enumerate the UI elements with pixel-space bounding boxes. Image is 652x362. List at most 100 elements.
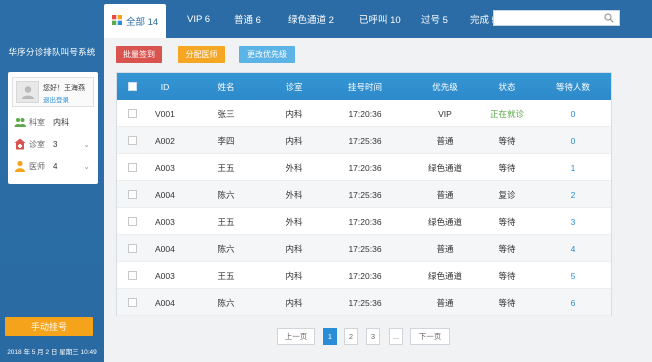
department-icon xyxy=(14,116,26,128)
search-icon[interactable] xyxy=(604,13,614,25)
header-time: 挂号时间 xyxy=(347,81,382,92)
row-checkbox[interactable] xyxy=(128,136,137,145)
logout-link[interactable]: 退出登录 xyxy=(43,94,69,104)
tab-called[interactable]: 已呼叫 10 xyxy=(359,0,401,38)
sidebar: 华序分诊排队叫号系统 您好！王海燕 退出登录 科室 内科 诊室 3 ⌄ 医师 4… xyxy=(0,0,104,362)
header-wait-count: 等待人数 xyxy=(555,81,590,92)
cell-room: 内科 xyxy=(285,243,303,254)
user-greeting: 您好！王海燕 xyxy=(43,85,85,92)
cell-room: 内科 xyxy=(285,135,303,146)
cell-status: 正在就诊 xyxy=(490,108,525,119)
cell-wait: 0 xyxy=(570,108,576,119)
app-title: 华序分诊排队叫号系统 xyxy=(8,47,96,57)
cell-id: A002 xyxy=(155,135,175,146)
avatar xyxy=(16,81,39,103)
prev-page-button[interactable]: 上一页 xyxy=(277,328,315,345)
department-label: 科室 xyxy=(29,117,45,127)
page-1-button[interactable]: 1 xyxy=(323,328,337,345)
cell-wait: 0 xyxy=(570,135,576,146)
cell-id: A004 xyxy=(155,297,175,308)
room-row[interactable]: 诊室 3 ⌄ xyxy=(14,136,94,152)
tab-green-channel[interactable]: 绿色通道 2 xyxy=(288,0,334,38)
cell-time: 17:25:36 xyxy=(348,189,382,200)
page-3-button[interactable]: 3 xyxy=(366,328,380,345)
tab-missed[interactable]: 过号 5 xyxy=(421,0,448,38)
cell-name: 王五 xyxy=(217,216,235,227)
cell-priority: 普通 xyxy=(436,297,454,308)
user-card: 您好！王海燕 退出登录 科室 内科 诊室 3 ⌄ 医师 4 ⌄ xyxy=(8,72,98,184)
doctor-value: 4 xyxy=(53,161,58,171)
grid-icon xyxy=(112,14,122,28)
cell-time: 17:25:36 xyxy=(348,135,382,146)
row-checkbox[interactable] xyxy=(128,217,137,226)
cell-name: 王五 xyxy=(217,270,235,281)
cell-room: 外科 xyxy=(285,189,303,200)
change-priority-button[interactable]: 更改优先级 xyxy=(239,46,295,63)
cell-status: 等待 xyxy=(498,135,516,146)
chevron-down-icon: ⌄ xyxy=(83,161,90,171)
department-value: 内科 xyxy=(53,117,69,127)
row-checkbox[interactable] xyxy=(128,109,137,118)
assign-doctor-button[interactable]: 分配医师 xyxy=(178,46,225,63)
cell-priority: 普通 xyxy=(436,243,454,254)
cell-name: 王五 xyxy=(217,162,235,173)
cell-wait: 6 xyxy=(570,297,576,308)
table-row[interactable]: V001 张三 内科 17:20:36 VIP 正在就诊 0 xyxy=(117,100,611,127)
row-checkbox[interactable] xyxy=(128,271,137,280)
table-row[interactable]: A003 王五 外科 17:20:36 绿色通道 等待 1 xyxy=(117,154,611,181)
cell-room: 内科 xyxy=(285,270,303,281)
cell-priority: 绿色通道 xyxy=(427,162,462,173)
table-row[interactable]: A003 王五 外科 17:20:36 绿色通道 等待 3 xyxy=(117,208,611,235)
select-all-checkbox[interactable] xyxy=(128,82,137,91)
batch-checkin-button[interactable]: 批量签到 xyxy=(116,46,162,63)
cell-priority: VIP xyxy=(438,108,452,119)
cell-time: 17:25:36 xyxy=(348,243,382,254)
user-avatar-icon xyxy=(21,86,34,99)
table-row[interactable]: A002 李四 内科 17:25:36 普通 等待 0 xyxy=(117,127,611,154)
table-row[interactable]: A003 王五 内科 17:20:36 绿色通道 等待 5 xyxy=(117,262,611,289)
cell-wait: 3 xyxy=(570,216,576,227)
cell-room: 内科 xyxy=(285,108,303,119)
cell-wait: 2 xyxy=(570,189,576,200)
cell-room: 外科 xyxy=(285,216,303,227)
department-row: 科室 内科 xyxy=(14,114,94,130)
table-row[interactable]: A004 陈六 内科 17:25:36 普通 等待 6 xyxy=(117,289,611,316)
cell-priority: 普通 xyxy=(436,135,454,146)
user-info: 您好！王海燕 退出登录 xyxy=(12,77,94,107)
cell-wait: 4 xyxy=(570,243,576,254)
cell-id: A004 xyxy=(155,243,175,254)
row-checkbox[interactable] xyxy=(128,190,137,199)
tab-normal[interactable]: 普通 6 xyxy=(234,0,261,38)
cell-room: 内科 xyxy=(285,297,303,308)
page-2-button[interactable]: 2 xyxy=(344,328,358,345)
cell-status: 复诊 xyxy=(498,189,516,200)
page-ellipsis[interactable]: ... xyxy=(389,328,403,345)
cell-room: 外科 xyxy=(285,162,303,173)
doctor-row[interactable]: 医师 4 ⌄ xyxy=(14,158,94,174)
row-checkbox[interactable] xyxy=(128,244,137,253)
cell-priority: 普通 xyxy=(436,189,454,200)
cell-wait: 5 xyxy=(570,270,576,281)
table-header: ID 姓名 诊室 挂号时间 优先级 状态 等待人数 xyxy=(117,73,611,100)
cell-status: 等待 xyxy=(498,216,516,227)
doctor-label: 医师 xyxy=(29,161,45,171)
cell-name: 李四 xyxy=(217,135,235,146)
cell-time: 17:20:36 xyxy=(348,270,382,281)
cell-id: A003 xyxy=(155,216,175,227)
cell-priority: 绿色通道 xyxy=(427,216,462,227)
search-input[interactable] xyxy=(493,10,620,26)
row-checkbox[interactable] xyxy=(128,163,137,172)
room-value: 3 xyxy=(53,139,58,149)
header-priority: 优先级 xyxy=(432,81,458,92)
next-page-button[interactable]: 下一页 xyxy=(410,328,450,345)
table-row[interactable]: A004 陈六 外科 17:25:36 普通 复诊 2 xyxy=(117,181,611,208)
room-label: 诊室 xyxy=(29,139,45,149)
tab-all[interactable]: 全部 14 xyxy=(104,4,167,38)
tab-vip[interactable]: VIP 6 xyxy=(187,0,210,38)
table-row[interactable]: A004 陈六 内科 17:25:36 普通 等待 4 xyxy=(117,235,611,262)
cell-time: 17:20:36 xyxy=(348,108,382,119)
row-checkbox[interactable] xyxy=(128,298,137,307)
doctor-icon xyxy=(14,160,26,172)
datetime: 2018 年 5 月 2 日 星期三 10:49 xyxy=(7,349,97,356)
manual-register-button[interactable]: 手动挂号 xyxy=(5,317,93,336)
